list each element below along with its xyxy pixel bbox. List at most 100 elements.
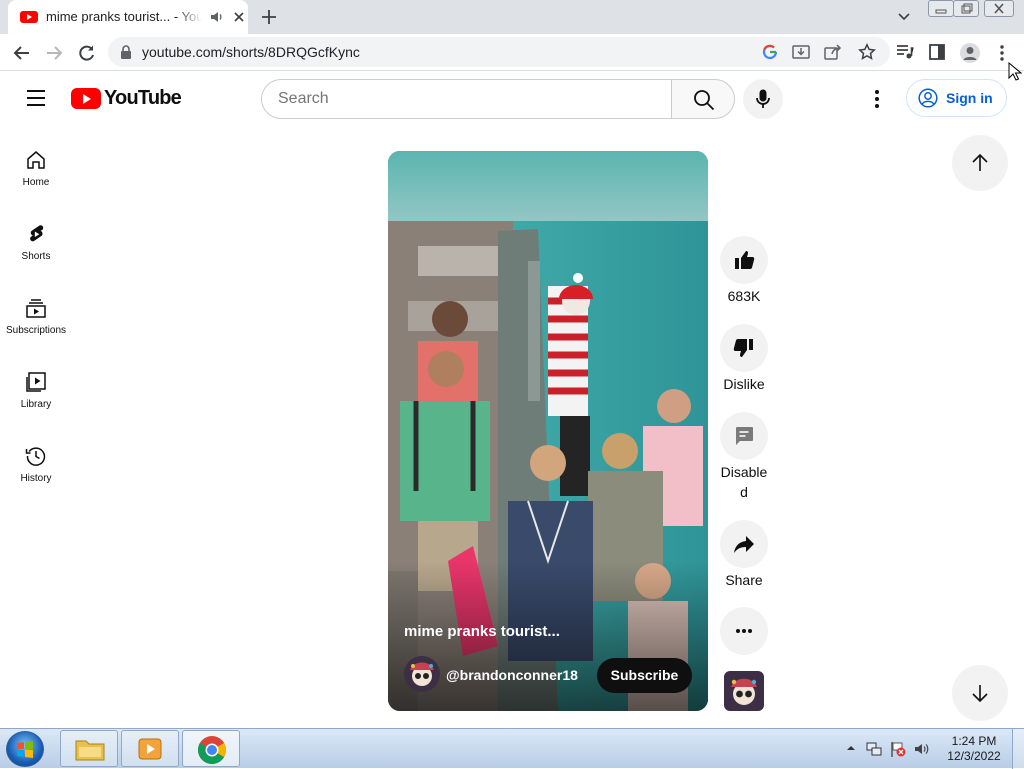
share-page-icon[interactable] [824, 44, 842, 60]
taskbar-clock[interactable]: 1:24 PM 12/3/2022 [944, 734, 1004, 764]
window-minimize-button[interactable] [928, 0, 954, 17]
like-count: 683K [727, 288, 761, 304]
windows-logo-icon [17, 741, 33, 758]
start-button[interactable] [6, 731, 44, 767]
share-label: Share [725, 572, 763, 588]
youtube-favicon-icon [20, 11, 38, 23]
media-control-icon[interactable] [896, 44, 914, 60]
taskbar-explorer-button[interactable] [60, 730, 118, 767]
browser-tab[interactable]: mime pranks tourist... - YouTube [8, 0, 248, 34]
sidebar-label-shorts: Shorts [21, 251, 51, 262]
install-app-icon[interactable] [792, 44, 810, 60]
show-desktop-button[interactable] [1012, 729, 1024, 769]
sidebar-item-subscriptions[interactable]: Subscriptions [0, 297, 72, 371]
sidebar-item-shorts[interactable]: Shorts [0, 223, 72, 297]
voice-search-button[interactable] [743, 79, 783, 119]
dislike-label: Dislike [723, 376, 765, 392]
account-circle-icon [918, 88, 938, 108]
bookmark-star-icon[interactable] [858, 43, 876, 61]
sidebar-label-subscriptions: Subscriptions [5, 325, 67, 336]
sign-in-label: Sign in [946, 90, 993, 106]
sidebar-item-home[interactable]: Home [0, 149, 72, 223]
tab-audio-icon[interactable] [210, 10, 224, 24]
sidebar-label-history: History [20, 473, 52, 484]
comments-label-line2: d [740, 484, 748, 500]
search-input[interactable] [278, 90, 638, 108]
channel-avatar-image [404, 656, 440, 692]
search-button[interactable] [671, 79, 735, 119]
taskbar-chrome-button[interactable] [182, 730, 240, 767]
subscriptions-icon [26, 299, 46, 318]
channel-avatar[interactable] [404, 656, 440, 692]
google-lens-icon[interactable] [762, 44, 778, 60]
forward-arrow-icon[interactable] [44, 43, 64, 63]
shorts-video-player[interactable]: mime pranks tourist... @brandonconner18 … [388, 151, 708, 711]
volume-icon[interactable] [914, 741, 930, 757]
channel-name[interactable]: @brandonconner18 [446, 667, 578, 683]
sidebar-item-history[interactable]: History [0, 445, 72, 519]
folder-icon [75, 740, 105, 761]
thumbs-up-icon [735, 251, 755, 269]
show-hidden-icons-icon[interactable] [846, 744, 856, 752]
history-icon [25, 447, 46, 466]
thumbs-down-icon [733, 339, 753, 357]
url-text[interactable]: youtube.com/shorts/8DRQGcfKync [142, 44, 360, 60]
address-bar[interactable]: youtube.com/shorts/8DRQGcfKync [108, 37, 890, 67]
media-player-icon [138, 738, 162, 760]
youtube-masthead: YouTube Sign in [0, 71, 1024, 127]
tab-search-chevron-icon[interactable] [896, 10, 912, 24]
comments-button[interactable] [720, 412, 768, 460]
youtube-logo-text: YouTube [104, 87, 182, 109]
channel-thumbnail-image [724, 671, 764, 711]
hamburger-menu-icon[interactable] [26, 89, 46, 107]
more-horizontal-icon [736, 629, 752, 633]
taskbar-media-player-button[interactable] [121, 730, 179, 767]
share-arrow-icon [734, 536, 754, 553]
comment-icon [736, 427, 753, 445]
new-tab-icon[interactable] [260, 8, 278, 26]
back-arrow-icon[interactable] [12, 43, 32, 63]
clock-time: 1:24 PM [951, 734, 997, 748]
next-short-button[interactable] [952, 665, 1008, 721]
home-icon [27, 151, 45, 169]
dislike-button[interactable] [720, 324, 768, 372]
clock-date: 12/3/2022 [947, 749, 1001, 763]
previous-short-button[interactable] [952, 135, 1008, 191]
lock-icon[interactable] [120, 45, 132, 59]
sidebar-label-library: Library [20, 399, 52, 410]
like-button[interactable] [720, 236, 768, 284]
side-panel-icon[interactable] [929, 44, 945, 60]
profile-person-icon [963, 47, 977, 60]
profile-avatar[interactable] [960, 43, 980, 63]
windows-taskbar: 1:24 PM 12/3/2022 [0, 728, 1024, 769]
action-center-flag-icon[interactable] [890, 741, 906, 757]
youtube-play-logo-icon [71, 88, 101, 109]
browser-tab-strip: mime pranks tourist... - YouTube [0, 0, 1024, 34]
shorts-icon [30, 225, 44, 242]
sign-in-button[interactable]: Sign in [906, 79, 1007, 117]
settings-kebab-icon[interactable] [871, 89, 883, 109]
chrome-menu-kebab-icon[interactable] [996, 44, 1008, 62]
sidebar-item-library[interactable]: Library [0, 371, 72, 445]
tab-close-icon[interactable] [232, 10, 246, 24]
short-title[interactable]: mime pranks tourist... [404, 623, 560, 640]
more-actions-button[interactable] [720, 607, 768, 655]
library-icon [26, 372, 46, 392]
reload-icon[interactable] [77, 43, 97, 63]
search-icon [694, 90, 715, 111]
search-box[interactable] [261, 79, 672, 119]
microphone-icon [756, 89, 770, 108]
share-button[interactable] [720, 520, 768, 568]
comments-label-line1: Disable [720, 464, 768, 480]
window-close-button[interactable] [984, 0, 1014, 17]
window-restore-button[interactable] [953, 0, 979, 17]
channel-thumbnail[interactable] [724, 671, 764, 711]
arrow-down-icon [972, 685, 988, 703]
subscribe-button[interactable]: Subscribe [597, 658, 692, 693]
browser-toolbar: youtube.com/shorts/8DRQGcfKync [0, 34, 1024, 81]
arrow-up-icon [972, 153, 988, 171]
comments-disabled-label: Disable d [716, 462, 772, 502]
sidebar-label-home: Home [22, 177, 50, 188]
chrome-icon [198, 736, 226, 764]
network-icon[interactable] [866, 741, 882, 757]
